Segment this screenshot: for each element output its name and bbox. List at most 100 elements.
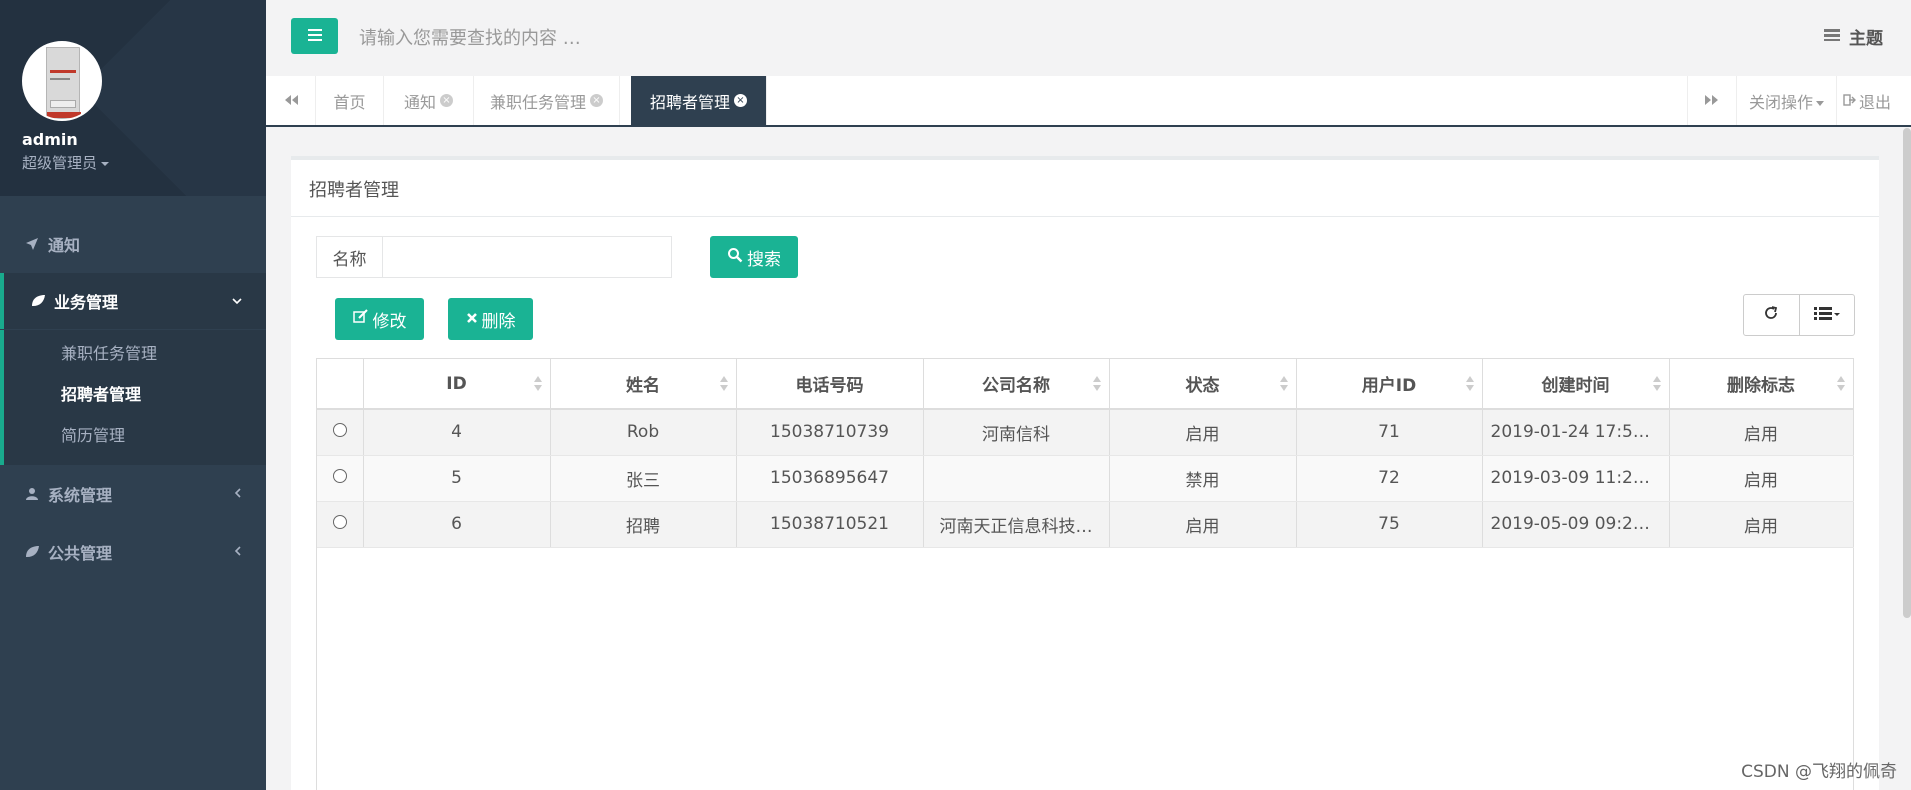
avatar[interactable] bbox=[22, 41, 102, 121]
topbar: 请输入您需要查找的内容 … 主题 bbox=[266, 0, 1911, 76]
sidebar-item-business[interactable]: 业务管理 bbox=[0, 273, 266, 329]
table-cell: 4 bbox=[363, 409, 551, 456]
column-header[interactable]: 状态 bbox=[1109, 359, 1297, 410]
name-label: 名称 bbox=[317, 237, 383, 277]
column-label: 电话号码 bbox=[795, 376, 864, 396]
role-dropdown[interactable]: 超级管理员 bbox=[22, 152, 110, 173]
sort-icon bbox=[533, 376, 542, 392]
column-label: 用户ID bbox=[1361, 376, 1417, 396]
tab-scroll-left-button[interactable] bbox=[266, 76, 316, 125]
sidebar-item-notice[interactable]: 通知 bbox=[0, 216, 266, 272]
chevron-left-icon bbox=[234, 486, 242, 502]
table-cell: 河南信科 bbox=[923, 409, 1110, 456]
table-row[interactable]: 6 招聘 15038710521 河南天正信息科技… 启用 75 2019-05… bbox=[317, 501, 1854, 548]
tab-home[interactable]: 首页 bbox=[316, 76, 384, 125]
theme-button[interactable]: 主题 bbox=[1823, 24, 1883, 49]
table-cell: 河南天正信息科技… bbox=[923, 501, 1110, 548]
sort-icon bbox=[1279, 376, 1288, 392]
column-header: 电话号码 bbox=[736, 359, 924, 410]
search-button-label: 搜索 bbox=[747, 249, 781, 270]
menu-toggle-button[interactable] bbox=[291, 18, 338, 54]
table-cell: 启用 bbox=[1669, 501, 1854, 548]
row-radio[interactable] bbox=[332, 515, 347, 529]
close-icon[interactable]: × bbox=[440, 94, 453, 107]
submenu-business: 兼职任务管理 招聘者管理 简历管理 bbox=[0, 330, 266, 465]
caret-down-icon bbox=[1816, 91, 1824, 110]
backward-icon bbox=[283, 91, 299, 110]
search-icon bbox=[727, 247, 743, 268]
sidebar-subitem-recruiter[interactable]: 招聘者管理 bbox=[61, 381, 141, 405]
table-row[interactable]: 5 张三 15036895647 禁用 72 2019-03-09 11:23:… bbox=[317, 455, 1854, 502]
column-label: ID bbox=[446, 373, 467, 394]
sign-out-icon bbox=[1843, 91, 1856, 110]
table-cell: 15038710739 bbox=[736, 409, 924, 456]
close-operations-dropdown[interactable]: 关闭操作 bbox=[1737, 76, 1837, 125]
sort-icon bbox=[1836, 376, 1845, 392]
close-icon[interactable]: × bbox=[590, 94, 603, 107]
sidebar-item-public[interactable]: 公共管理 bbox=[0, 524, 266, 580]
rocket-icon bbox=[22, 237, 42, 251]
column-header[interactable]: 姓名 bbox=[550, 359, 737, 410]
sidebar-item-label: 系统管理 bbox=[48, 486, 113, 505]
leaf-icon bbox=[28, 294, 48, 308]
sidebar-subitem-resume[interactable]: 简历管理 bbox=[61, 422, 125, 446]
close-icon[interactable]: × bbox=[734, 94, 747, 107]
delete-button-label: 删除 bbox=[481, 311, 516, 332]
tab-notice[interactable]: 通知 × bbox=[384, 76, 474, 125]
table-cell: 71 bbox=[1296, 409, 1483, 456]
watermark: CSDN @飞翔的佩奇 bbox=[1741, 762, 1897, 782]
select-column-header bbox=[317, 359, 364, 410]
role-label: 超级管理员 bbox=[22, 154, 98, 172]
column-header[interactable]: 删除标志 bbox=[1669, 359, 1854, 410]
column-header[interactable]: ID bbox=[363, 359, 551, 410]
menu-icon bbox=[307, 27, 323, 46]
sidebar-item-label: 业务管理 bbox=[54, 293, 119, 312]
edit-button-label: 修改 bbox=[372, 311, 407, 332]
tab-scroll-right-button[interactable] bbox=[1687, 76, 1737, 125]
table-cell bbox=[923, 455, 1110, 502]
column-header[interactable]: 公司名称 bbox=[923, 359, 1110, 410]
top-search-input[interactable]: 请输入您需要查找的内容 … bbox=[359, 24, 581, 50]
page-scrollbar[interactable] bbox=[1903, 128, 1911, 618]
close-ops-label: 关闭操作 bbox=[1748, 92, 1813, 112]
chevron-down-icon bbox=[232, 293, 242, 309]
caret-down-icon bbox=[101, 161, 110, 166]
table-row[interactable]: 4 Rob 15038710739 河南信科 启用 71 2019-01-24 … bbox=[317, 409, 1854, 456]
sidebar-subitem-parttime[interactable]: 兼职任务管理 bbox=[61, 340, 157, 364]
table-cell: 6 bbox=[363, 501, 551, 548]
sort-icon bbox=[1652, 376, 1661, 392]
tasks-icon bbox=[1823, 27, 1841, 47]
sidebar: admin 超级管理员 通知 业务管理 兼职任务管理 招聘者管理 简历管理 系统… bbox=[0, 0, 266, 790]
tab-parttime[interactable]: 兼职任务管理 × bbox=[474, 76, 620, 125]
columns-toggle-button[interactable] bbox=[1798, 295, 1855, 335]
table-toolbar bbox=[1743, 294, 1855, 336]
table-header-row: ID 姓名 电话号码 公司名称 状态 用户ID 创建时间 删除标志 bbox=[317, 359, 1854, 410]
sidebar-item-system[interactable]: 系统管理 bbox=[0, 466, 266, 522]
logout-label: 退出 bbox=[1858, 92, 1891, 112]
logout-button[interactable]: 退出 bbox=[1837, 76, 1897, 125]
column-header[interactable]: 用户ID bbox=[1296, 359, 1483, 410]
table-cell: 15038710521 bbox=[736, 501, 924, 548]
tab-recruiter[interactable]: 招聘者管理 × bbox=[631, 76, 767, 125]
tab-label: 招聘者管理 bbox=[649, 92, 730, 112]
sort-icon bbox=[1465, 376, 1474, 392]
column-label: 公司名称 bbox=[982, 376, 1050, 396]
sidebar-item-label: 公共管理 bbox=[48, 544, 113, 563]
column-label: 状态 bbox=[1185, 376, 1220, 396]
table-cell: Rob bbox=[550, 409, 737, 456]
sidebar-item-label: 通知 bbox=[48, 236, 81, 255]
panel-title: 招聘者管理 bbox=[309, 180, 399, 201]
list-icon bbox=[1813, 306, 1840, 325]
delete-button[interactable]: 删除 bbox=[448, 298, 533, 340]
search-button[interactable]: 搜索 bbox=[710, 236, 798, 278]
row-radio[interactable] bbox=[332, 469, 347, 483]
edit-button[interactable]: 修改 bbox=[335, 298, 424, 340]
username: admin bbox=[22, 130, 78, 149]
refresh-button[interactable] bbox=[1744, 295, 1799, 335]
column-header[interactable]: 创建时间 bbox=[1482, 359, 1670, 410]
row-radio[interactable] bbox=[332, 423, 347, 438]
profile-panel: admin 超级管理员 bbox=[0, 0, 266, 196]
forward-icon bbox=[1704, 91, 1720, 110]
name-input[interactable] bbox=[383, 237, 671, 277]
table-cell: 张三 bbox=[550, 455, 737, 502]
